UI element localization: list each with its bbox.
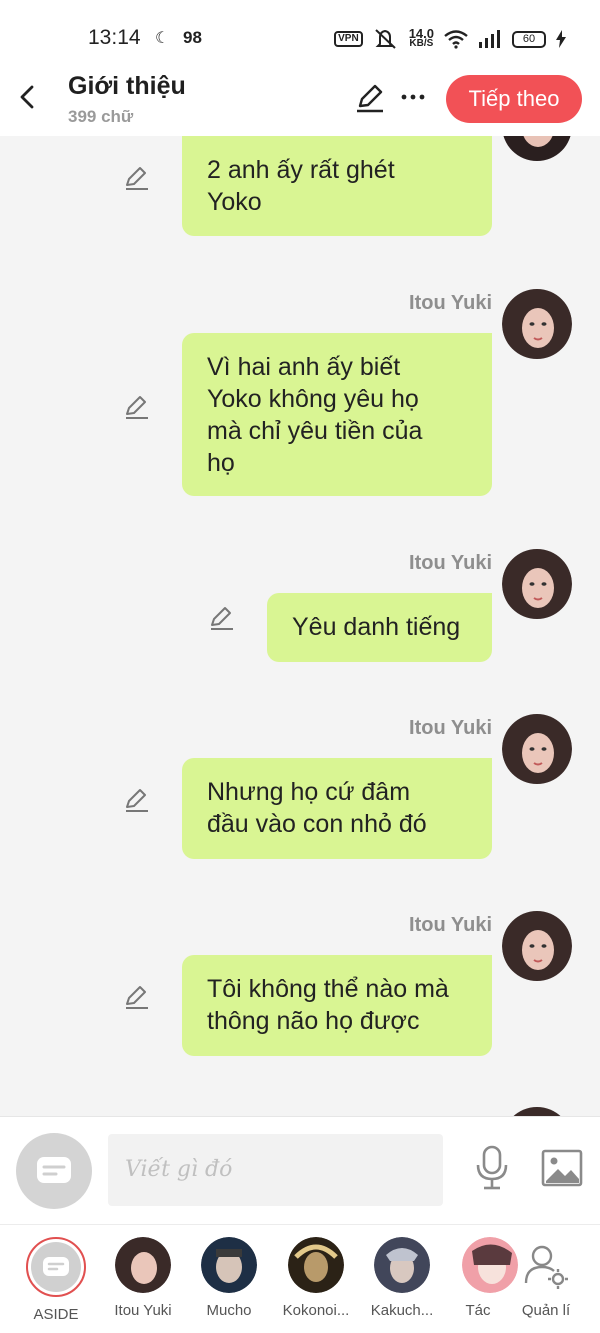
character-label: Quản lí	[521, 1302, 571, 1319]
notification-count: 98	[183, 28, 202, 47]
avatar[interactable]	[502, 1106, 572, 1116]
avatar[interactable]	[502, 136, 572, 162]
message-line: thông não họ được	[207, 1007, 420, 1035]
message-bubble[interactable]: Nhưng họ cứ đâm đầu vào con nhỏ đó	[182, 758, 492, 859]
avatar[interactable]	[502, 713, 572, 785]
character-label: Mucho	[206, 1302, 252, 1319]
do-not-disturb-icon: ☾	[155, 30, 170, 47]
character-mucho[interactable]: Mucho	[189, 1237, 269, 1319]
more-options-icon[interactable]	[400, 84, 426, 110]
edit-message-icon[interactable]	[122, 982, 152, 1012]
chat-area[interactable]: 2 anh ấy rất ghét Yoko Itou Yuki Vì hai …	[0, 136, 600, 1116]
message-line: họ	[207, 449, 235, 477]
avatar	[201, 1237, 257, 1293]
image-icon[interactable]	[541, 1149, 583, 1189]
battery-icon: 60	[512, 30, 546, 48]
word-count: 399 chữ	[68, 107, 134, 126]
avatar[interactable]	[502, 910, 572, 982]
character-label: ASIDE	[33, 1306, 79, 1323]
character-aside[interactable]: ASIDE	[16, 1237, 96, 1323]
charging-icon	[556, 30, 566, 48]
message-line: Yêu danh tiếng	[292, 613, 461, 641]
network-speed: 14.0 KB/S	[408, 26, 434, 49]
sender-name: Itou Yuki	[409, 717, 492, 739]
back-icon[interactable]	[14, 82, 44, 112]
microphone-icon[interactable]	[474, 1145, 510, 1191]
edit-icon[interactable]	[354, 82, 386, 114]
edit-message-icon[interactable]	[122, 785, 152, 815]
manage-icon	[518, 1237, 574, 1293]
manage-button[interactable]: Quản lí	[506, 1237, 586, 1319]
avatar	[288, 1237, 344, 1293]
message-line: 2 anh ấy rất ghét	[207, 156, 395, 184]
chat-bubble-icon	[43, 1257, 69, 1276]
edit-message-icon[interactable]	[122, 163, 152, 193]
message-line: Yoko không yêu họ	[207, 385, 419, 413]
avatar	[374, 1237, 430, 1293]
status-time: 13:14	[88, 26, 141, 49]
message-line: Yoko	[207, 188, 262, 216]
vpn-icon: VPN	[334, 31, 363, 47]
message-bubble[interactable]: Vì hai anh ấy biết Yoko không yêu họ mà …	[182, 333, 492, 496]
avatar[interactable]	[502, 288, 572, 360]
edit-message-icon[interactable]	[122, 392, 152, 422]
wifi-icon	[444, 30, 468, 49]
aside-toggle-button[interactable]	[16, 1133, 92, 1209]
message-line: Tôi không thể nào mà	[207, 975, 449, 1003]
sender-name: Itou Yuki	[409, 552, 492, 574]
chat-bubble-icon	[37, 1157, 71, 1183]
message-bubble[interactable]: Yêu danh tiếng	[267, 593, 492, 662]
page-title: Giới thiệu	[68, 72, 186, 100]
character-bar: ASIDE Itou Yuki Mucho Kokonoi... Kakuch.…	[0, 1224, 600, 1333]
character-label: Kokonoi...	[282, 1302, 350, 1319]
message-line: Vì hai anh ấy biết	[207, 353, 401, 381]
message-line: đầu vào con nhỏ đó	[207, 810, 427, 838]
message-bubble[interactable]: Tôi không thể nào mà thông não họ được	[182, 955, 492, 1056]
message-bubble[interactable]: 2 anh ấy rất ghét Yoko	[182, 136, 492, 236]
avatar	[115, 1237, 171, 1293]
message-input[interactable]: Viết gì đó	[108, 1134, 443, 1206]
signal-icon	[479, 30, 500, 48]
edit-message-icon[interactable]	[207, 603, 237, 633]
character-label: Itou Yuki	[114, 1302, 172, 1319]
sender-name: Itou Yuki	[409, 292, 492, 314]
sender-name: Itou Yuki	[409, 914, 492, 936]
header: Giới thiệu 399 chữ Tiếp theo	[0, 70, 600, 136]
avatar	[26, 1237, 86, 1297]
avatar[interactable]	[502, 548, 572, 620]
status-icons: VPN 14.0 KB/S 60	[334, 24, 566, 54]
input-bar: Viết gì đó	[0, 1116, 600, 1224]
character-itou-yuki[interactable]: Itou Yuki	[103, 1237, 183, 1319]
message-line: mà chỉ yêu tiền của	[207, 417, 423, 445]
message-line: Nhưng họ cứ đâm	[207, 778, 411, 806]
character-kokonoi[interactable]: Kokonoi...	[276, 1237, 356, 1319]
mute-icon	[374, 29, 396, 49]
character-label: Kakuch...	[370, 1302, 434, 1319]
next-button[interactable]: Tiếp theo	[446, 75, 582, 123]
character-kakucho[interactable]: Kakuch...	[362, 1237, 442, 1319]
status-bar: 13:14 ☾ 98 VPN 14.0 KB/S 60	[0, 0, 600, 70]
